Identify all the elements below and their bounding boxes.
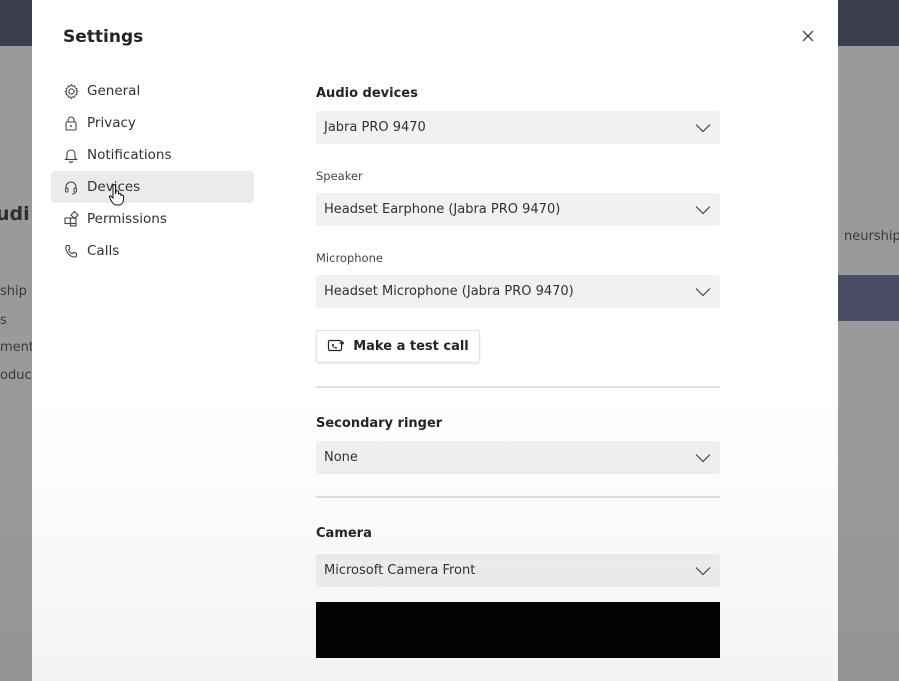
nav-item-calls[interactable]: Calls — [51, 235, 254, 267]
background-list-fragment: ship — [0, 284, 27, 299]
camera-dropdown[interactable]: Microsoft Camera Front — [316, 554, 720, 587]
dropdown-value: Headset Microphone (Jabra PRO 9470) — [324, 284, 574, 299]
speaker-dropdown[interactable]: Headset Earphone (Jabra PRO 9470) — [316, 193, 720, 226]
nav-label: Privacy — [87, 115, 136, 131]
nav-item-privacy[interactable]: Privacy — [51, 107, 254, 139]
lock-icon — [62, 114, 80, 132]
test-call-label: Make a test call — [353, 339, 469, 354]
headset-icon — [62, 178, 80, 196]
background-right-fragment: neurship — [844, 229, 899, 244]
close-icon — [802, 30, 814, 42]
camera-title: Camera — [316, 526, 372, 541]
chevron-down-icon — [694, 119, 712, 137]
dialog-title: Settings — [63, 27, 144, 47]
bell-icon — [62, 146, 80, 164]
close-button[interactable] — [796, 24, 820, 48]
audio-device-dropdown[interactable]: Jabra PRO 9470 — [316, 111, 720, 144]
nav-item-notifications[interactable]: Notifications — [51, 139, 254, 171]
chevron-down-icon — [694, 562, 712, 580]
settings-nav: General Privacy Notifications Devices Pe… — [51, 75, 254, 267]
apps-icon — [62, 210, 80, 228]
secondary-ringer-title: Secondary ringer — [316, 416, 443, 431]
nav-item-general[interactable]: General — [51, 75, 254, 107]
nav-label: Permissions — [87, 211, 167, 227]
background-list-fragment: s — [0, 313, 7, 328]
call-test-icon — [327, 339, 345, 354]
test-call-button[interactable]: Make a test call — [316, 330, 480, 363]
hand-pointer-cursor-icon — [107, 183, 127, 211]
secondary-ringer-dropdown[interactable]: None — [316, 441, 720, 474]
nav-item-permissions[interactable]: Permissions — [51, 203, 254, 235]
microphone-label: Microphone — [316, 251, 383, 265]
nav-label: General — [87, 83, 141, 99]
phone-icon — [62, 242, 80, 260]
audio-devices-title: Audio devices — [316, 86, 418, 101]
dropdown-value: Microsoft Camera Front — [324, 563, 476, 578]
chevron-down-icon — [694, 283, 712, 301]
background-selected-band — [838, 275, 899, 321]
section-divider — [316, 386, 720, 388]
chevron-down-icon — [694, 449, 712, 467]
background-heading-fragment: udi — [0, 203, 30, 225]
section-divider — [316, 496, 720, 498]
nav-item-devices[interactable]: Devices — [51, 171, 254, 203]
nav-label: Calls — [87, 243, 120, 259]
camera-preview — [316, 602, 720, 658]
settings-dialog: Settings General Privacy Notifications P… — [32, 0, 838, 681]
speaker-label: Speaker — [316, 169, 363, 183]
chevron-down-icon — [694, 201, 712, 219]
microphone-dropdown[interactable]: Headset Microphone (Jabra PRO 9470) — [316, 275, 720, 308]
background-list-fragment: ment — [0, 340, 34, 355]
dropdown-value: Headset Earphone (Jabra PRO 9470) — [324, 202, 561, 217]
dropdown-value: None — [324, 450, 358, 465]
nav-label: Notifications — [87, 147, 172, 163]
gear-icon — [62, 82, 80, 100]
dropdown-value: Jabra PRO 9470 — [324, 120, 426, 135]
